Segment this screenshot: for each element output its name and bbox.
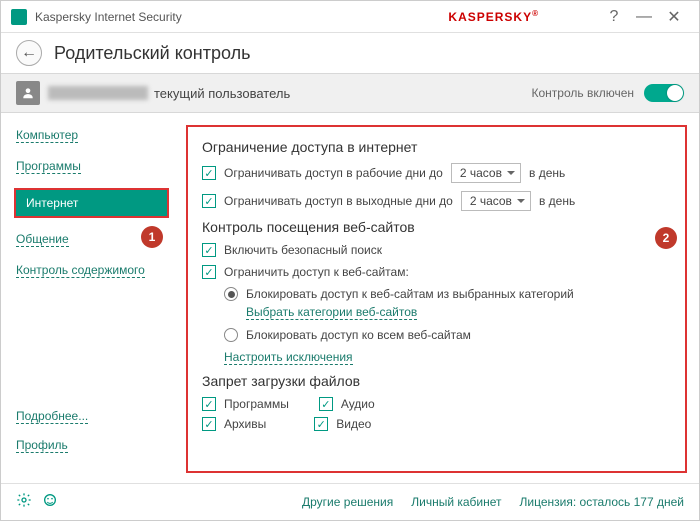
link-choose-categories[interactable]: Выбрать категории веб-сайтов <box>246 305 417 320</box>
label-dl-programs: Программы <box>224 397 289 411</box>
minimize-icon[interactable]: — <box>629 7 659 27</box>
avatar-icon <box>16 81 40 105</box>
section-title-websites: Контроль посещения веб-сайтов <box>202 219 671 235</box>
main-content: 2 Ограничение доступа в интернет Огранич… <box>176 113 699 483</box>
checkbox-dl-programs[interactable] <box>202 397 216 411</box>
footer-other-link[interactable]: Другие решения <box>302 495 393 509</box>
footer-license-link[interactable]: Лицензия: осталось 177 дней <box>520 495 684 509</box>
dropdown-workdays-hours[interactable]: 2 часов <box>451 163 521 183</box>
gear-icon[interactable] <box>16 492 32 511</box>
current-user-label: текущий пользователь <box>154 86 531 101</box>
titlebar: Kaspersky Internet Security KASPERSKY® ?… <box>1 1 699 33</box>
app-icon <box>11 9 27 25</box>
checkbox-weekends[interactable] <box>202 194 216 208</box>
section-title-downloads: Запрет загрузки файлов <box>202 373 671 389</box>
sidebar-item-computer[interactable]: Компьютер <box>16 128 78 143</box>
back-button[interactable]: ← <box>16 40 42 66</box>
header: ← Родительский контроль <box>1 33 699 73</box>
sidebar-profile-link[interactable]: Профиль <box>16 438 68 453</box>
sidebar-item-internet[interactable]: Интернет <box>14 188 169 218</box>
sidebar-more-link[interactable]: Подробнее... <box>16 409 88 424</box>
label-dl-archives: Архивы <box>224 417 266 431</box>
help-icon[interactable]: ? <box>599 7 629 27</box>
sidebar-item-communication[interactable]: Общение <box>16 232 69 247</box>
label-block-categories: Блокировать доступ к веб-сайтам из выбра… <box>246 287 574 301</box>
checkbox-restrict-sites[interactable] <box>202 265 216 279</box>
close-icon[interactable]: ✕ <box>659 7 689 27</box>
link-exceptions[interactable]: Настроить исключения <box>224 350 353 365</box>
radio-block-all[interactable] <box>224 328 238 342</box>
label-restrict-sites: Ограничить доступ к веб-сайтам: <box>224 265 409 279</box>
control-enabled-label: Контроль включен <box>531 86 634 100</box>
radio-block-categories[interactable] <box>224 287 238 301</box>
label-dl-video: Видео <box>336 417 371 431</box>
username-blurred <box>48 86 148 100</box>
label-workdays: Ограничивать доступ в рабочие дни до <box>224 166 443 180</box>
label-dl-audio: Аудио <box>341 397 375 411</box>
support-icon[interactable] <box>42 492 58 511</box>
user-bar: текущий пользователь Контроль включен <box>1 73 699 113</box>
checkbox-dl-video[interactable] <box>314 417 328 431</box>
page-title: Родительский контроль <box>54 43 251 64</box>
footer: Другие решения Личный кабинет Лицензия: … <box>1 483 699 519</box>
sidebar-item-content[interactable]: Контроль содержимого <box>16 263 145 278</box>
label-block-all: Блокировать доступ ко всем веб-сайтам <box>246 328 471 342</box>
checkbox-dl-archives[interactable] <box>202 417 216 431</box>
annotation-badge-2: 2 <box>655 227 677 249</box>
checkbox-dl-audio[interactable] <box>319 397 333 411</box>
dropdown-weekends-hours[interactable]: 2 часов <box>461 191 531 211</box>
label-weekends: Ограничивать доступ в выходные дни до <box>224 194 453 208</box>
checkbox-safe-search[interactable] <box>202 243 216 257</box>
label-per-day: в день <box>529 166 565 180</box>
sidebar-item-programs[interactable]: Программы <box>16 159 81 174</box>
brand-logo: KASPERSKY® <box>448 9 539 24</box>
section-title-internet-limit: Ограничение доступа в интернет <box>202 139 671 155</box>
highlighted-settings-panel: 2 Ограничение доступа в интернет Огранич… <box>186 125 687 473</box>
app-name: Kaspersky Internet Security <box>35 10 448 24</box>
checkbox-workdays[interactable] <box>202 166 216 180</box>
control-toggle[interactable] <box>644 84 684 102</box>
sidebar: Компьютер Программы Интернет Общение Кон… <box>1 113 176 483</box>
label-safe-search: Включить безопасный поиск <box>224 243 382 257</box>
label-per-day-2: в день <box>539 194 575 208</box>
footer-cabinet-link[interactable]: Личный кабинет <box>411 495 501 509</box>
annotation-badge-1: 1 <box>141 226 163 248</box>
